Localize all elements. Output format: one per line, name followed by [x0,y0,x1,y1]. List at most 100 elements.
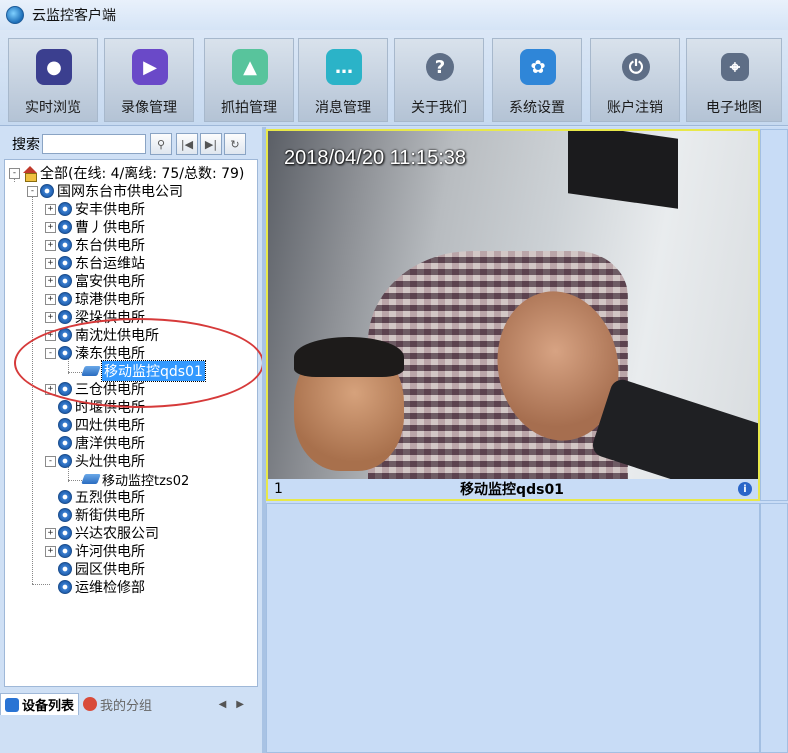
device-list-icon [5,697,19,712]
expand-icon[interactable]: + [45,275,56,287]
expand-icon[interactable]: + [45,257,56,269]
org-icon [58,220,72,234]
tab-my-groups-label: 我的分组 [100,698,153,714]
live-view-label: 实时浏览 [25,100,81,116]
search-label: 搜索 [12,137,40,153]
expand-icon[interactable]: + [45,383,56,395]
logout-label: 账户注销 [607,100,663,116]
settings-label: 系统设置 [509,100,565,116]
tree-item[interactable]: + 东台供电所 [45,236,145,254]
chat-icon: … [326,49,362,85]
tree-item[interactable]: + 三仓供电所 [45,380,145,398]
org-icon [58,238,72,252]
tree-device-label: 移动监控qds01 [101,360,206,382]
settings-button[interactable]: ✿ 系统设置 [492,38,582,122]
tree-item[interactable]: + 曹丿供电所 [45,218,145,236]
tree-item-label: 三仓供电所 [75,382,145,398]
tree-item[interactable]: - 头灶供电所 [45,452,145,470]
org-icon [58,562,72,576]
snapshot-button[interactable]: ▲ 抓拍管理 [204,38,294,122]
search-input[interactable] [42,134,146,154]
device-tree[interactable]: - 全部(在线: 4/离线: 75/总数: 79) - 国网东台市供电公司 + 安… [4,159,258,687]
org-icon [58,274,72,288]
expand-icon[interactable]: + [45,311,56,323]
prev-button[interactable]: |◀ [176,133,198,155]
help-icon: ? [426,53,454,81]
org-icon [58,310,72,324]
app-logo-icon [6,6,24,24]
tree-item-label: 运维检修部 [75,580,145,596]
live-view-button[interactable]: ● 实时浏览 [8,38,98,122]
expand-icon[interactable]: + [45,203,56,215]
about-label: 关于我们 [411,100,467,116]
tree-item[interactable]: 唐洋供电所 [58,434,145,452]
tab-device-list[interactable]: 设备列表 [0,693,80,715]
tree-item-label: 琼港供电所 [75,292,145,308]
tree-item[interactable]: 运维检修部 [58,578,145,596]
video-pane-1[interactable]: 2018/04/20 11:15:38 1 移动监控qds01 i [266,129,760,501]
tab-scroll-arrows[interactable]: ◀▶ [219,699,254,710]
tree-root-label: 全部(在线: 4/离线: 75/总数: 79) [40,166,245,182]
search-row: 搜索 ⚲ |◀ ▶| ↻ [0,131,262,157]
tree-item[interactable]: + 许河供电所 [45,542,145,560]
tree-item[interactable]: 园区供电所 [58,560,145,578]
last-icon: ▶| [204,137,218,151]
video-pane-4[interactable] [760,503,788,753]
tree-item-label: 新街供电所 [75,508,145,524]
about-button[interactable]: ? 关于我们 [394,38,484,122]
video-feed[interactable]: 2018/04/20 11:15:38 [268,131,758,479]
messages-button[interactable]: … 消息管理 [298,38,388,122]
tab-my-groups[interactable]: 我的分组 [79,693,156,715]
tree-item-label: 安丰供电所 [75,202,145,218]
expand-icon[interactable]: + [45,329,56,341]
tree-item[interactable]: 四灶供电所 [58,416,145,434]
search-button[interactable]: ⚲ [150,133,172,155]
tree-root[interactable]: - 全部(在线: 4/离线: 75/总数: 79) [9,164,244,182]
tree-item[interactable]: + 兴达农服公司 [45,524,159,542]
tree-item[interactable]: + 安丰供电所 [45,200,145,218]
tree-item[interactable]: 新街供电所 [58,506,145,524]
expand-icon[interactable]: + [45,239,56,251]
expand-icon[interactable]: + [45,221,56,233]
tree-item-label: 五烈供电所 [75,490,145,506]
expand-icon[interactable]: + [45,293,56,305]
tree-item[interactable]: + 南沈灶供电所 [45,326,159,344]
logout-button[interactable]: ⏻ 账户注销 [590,38,680,122]
video-pane-3[interactable] [266,503,760,753]
next-button[interactable]: ▶| [200,133,222,155]
refresh-button[interactable]: ↻ [224,133,246,155]
recording-button[interactable]: ▶ 录像管理 [104,38,194,122]
recording-label: 录像管理 [121,100,177,116]
refresh-icon: ↻ [230,137,240,151]
window-title: 云监控客户端 [32,8,116,24]
collapse-icon[interactable]: - [45,347,56,359]
info-icon[interactable]: i [738,482,752,496]
tree-device[interactable]: 移动监控tzs02 [81,470,189,489]
tree-item[interactable]: + 东台运维站 [45,254,145,272]
collapse-icon[interactable]: - [45,455,56,467]
expand-icon[interactable]: + [45,527,56,539]
collapse-icon[interactable]: - [27,185,38,197]
collapse-icon[interactable]: - [9,167,20,179]
tree-item-label: 头灶供电所 [75,454,145,470]
tree-item[interactable]: 五烈供电所 [58,488,145,506]
camera-icon: ● [36,49,72,85]
tree-item[interactable]: + 琼港供电所 [45,290,145,308]
tree-item-label: 时堰供电所 [75,400,145,416]
tree-item-label: 唐洋供电所 [75,436,145,452]
tree-item[interactable]: - 溱东供电所 [45,344,145,362]
video-pane-2[interactable] [760,129,788,501]
tree-device-selected[interactable]: 移动监控qds01 [81,360,206,382]
first-icon: |◀ [180,137,194,151]
gear-icon: ✿ [520,49,556,85]
map-button[interactable]: ⌖ 电子地图 [686,38,782,122]
tree-item-label: 曹丿供电所 [75,220,145,236]
expand-icon[interactable]: + [45,545,56,557]
tree-item[interactable]: 时堰供电所 [58,398,145,416]
tree-item[interactable]: + 梁垛供电所 [45,308,145,326]
video-scene-device [568,131,678,209]
map-pin-icon: ⌖ [721,53,749,81]
messages-label: 消息管理 [315,100,371,116]
tree-item[interactable]: + 富安供电所 [45,272,145,290]
tree-company[interactable]: - 国网东台市供电公司 [27,182,183,200]
